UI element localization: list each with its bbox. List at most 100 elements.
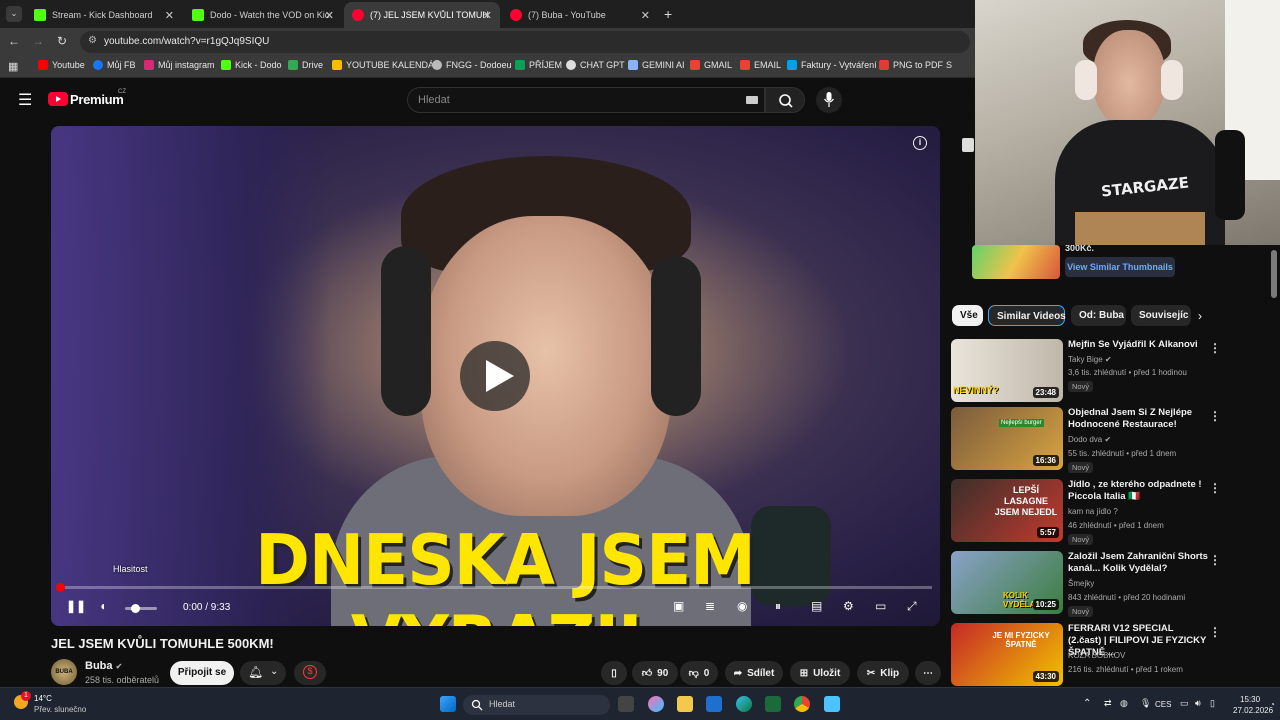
- bookmark-prijem[interactable]: PŘÍJEM: [515, 60, 562, 70]
- bookmark-kick-dodo[interactable]: Kick - Dodo: [221, 60, 282, 70]
- file-explorer-icon[interactable]: [677, 696, 693, 712]
- outlook-icon[interactable]: [706, 696, 722, 712]
- screenshot-camera-icon[interactable]: ◉: [737, 599, 747, 613]
- more-actions-button[interactable]: ⋯: [915, 661, 941, 685]
- fullscreen-icon[interactable]: ⤢: [907, 599, 917, 614]
- clock-time[interactable]: 15:30: [1240, 695, 1260, 704]
- theater-mode-icon[interactable]: ▭: [875, 599, 886, 613]
- close-tab-icon[interactable]: ✕: [483, 9, 492, 22]
- share-button[interactable]: ➦ Sdílet: [725, 661, 783, 685]
- progress-scrubber[interactable]: [56, 583, 65, 592]
- tab-search-icon[interactable]: ⌄: [6, 6, 22, 22]
- recommendation-item[interactable]: KOLIK VYDĚLAL 10:25 Založil Jsem Zahrani…: [951, 551, 1251, 617]
- notepad-icon[interactable]: [824, 696, 840, 712]
- chevron-up-icon[interactable]: ⌃: [1083, 698, 1091, 709]
- bookmark-email[interactable]: EMAIL: [740, 60, 781, 70]
- chip-similar-videos[interactable]: Similar Videos: [988, 305, 1066, 326]
- close-tab-icon[interactable]: ✕: [165, 9, 174, 22]
- youtube-logo[interactable]: [48, 92, 68, 106]
- reload-icon[interactable]: ↻: [54, 34, 70, 48]
- search-input[interactable]: Hledat: [407, 87, 765, 113]
- tab-kick-vod[interactable]: Dodo - Watch the VOD on Kick ✕: [184, 2, 342, 28]
- battery-icon[interactable]: ▯: [1210, 698, 1215, 709]
- autoplay-toggle-icon[interactable]: ⏸: [775, 599, 781, 614]
- recommendation-item[interactable]: NEVINNÝ? 23:48 Mejfin Se Vyjádřil K Alka…: [951, 339, 1251, 405]
- task-view-icon[interactable]: [618, 696, 634, 712]
- bookmark-youtube[interactable]: Youtube: [38, 60, 85, 70]
- search-button[interactable]: [765, 87, 805, 113]
- notifications-bell-icon[interactable]: ◔: [1270, 700, 1275, 709]
- windows-start-icon[interactable]: [440, 696, 456, 712]
- chip-all[interactable]: Vše: [952, 305, 983, 326]
- bookmark-gmail[interactable]: GMAIL: [690, 60, 732, 70]
- address-bar[interactable]: ⚙ youtube.com/watch?v=r1gQJq9SIQU: [80, 31, 970, 53]
- like-button[interactable]: 👍︎ 90: [632, 661, 678, 685]
- recommendation-item[interactable]: Nejlepší burger 16:36 Objednal Jsem Si Z…: [951, 407, 1251, 473]
- site-info-icon[interactable]: ⚙: [88, 35, 97, 46]
- bookmark-gemini[interactable]: GEMINI AI: [628, 60, 685, 70]
- thanks-button[interactable]: $: [294, 661, 326, 685]
- bookmark-fb[interactable]: Můj FB: [93, 60, 136, 70]
- bookmark-png-to-pdf[interactable]: PNG to PDF: [879, 60, 943, 70]
- more-options-icon[interactable]: ⋮: [1209, 625, 1221, 639]
- sidebar-scrollbar[interactable]: [1271, 250, 1277, 298]
- wifi-icon[interactable]: ▭: [1180, 698, 1189, 709]
- save-button[interactable]: ⊞ Uložit: [790, 661, 850, 685]
- bookmark-drive[interactable]: Drive: [288, 60, 323, 70]
- dislike-button[interactable]: 👎︎ 0: [680, 661, 718, 685]
- bookmark-fngg[interactable]: FNGG - Dodoeu: [432, 60, 512, 70]
- bookmark-s[interactable]: S: [946, 60, 952, 70]
- recommendation-item[interactable]: LEPŠÍ LASAGNE JSEM NEJEDL 5:57 Jídlo , z…: [951, 479, 1251, 545]
- join-button[interactable]: Připojit se: [170, 661, 234, 685]
- info-icon[interactable]: i: [913, 136, 927, 150]
- new-tab-plus-icon[interactable]: +: [664, 6, 672, 22]
- microphone-tray-icon[interactable]: 🎙︎: [1140, 698, 1151, 709]
- bookmark-chatgpt[interactable]: CHAT GPT: [566, 60, 625, 70]
- sidebar-extension-icon[interactable]: [962, 138, 974, 152]
- view-similar-thumbnails-button[interactable]: View Similar Thumbnails: [1065, 257, 1175, 277]
- clock-date[interactable]: 27.02.2026: [1233, 706, 1273, 715]
- hamburger-menu-icon[interactable]: ☰: [18, 90, 32, 110]
- progress-bar[interactable]: [56, 583, 932, 592]
- chrome-icon[interactable]: [794, 696, 810, 712]
- chevron-right-icon[interactable]: ›: [1198, 309, 1202, 323]
- subtitles-icon[interactable]: ▤: [811, 599, 822, 613]
- more-options-icon[interactable]: ⋮: [1209, 409, 1221, 423]
- voice-search-button[interactable]: [816, 87, 842, 113]
- transcript-icon[interactable]: ≣: [705, 599, 715, 613]
- close-tab-icon[interactable]: ✕: [641, 9, 650, 22]
- keyboard-icon[interactable]: [746, 96, 758, 104]
- speaker-icon[interactable]: 🔊︎: [1195, 698, 1201, 709]
- bookmark-instagram[interactable]: Můj instagram: [144, 60, 215, 70]
- recommendation-item[interactable]: JE MI FYZICKY ŠPATNĚ 43:30 FERRARI V12 S…: [951, 623, 1251, 689]
- close-tab-icon[interactable]: ✕: [325, 9, 334, 22]
- language-indicator[interactable]: CES: [1155, 700, 1171, 709]
- channel-name[interactable]: Buba ✔: [85, 660, 122, 672]
- more-options-icon[interactable]: ⋮: [1209, 481, 1221, 495]
- volume-knob[interactable]: [130, 604, 140, 613]
- clip-button[interactable]: ✂ Klip: [857, 661, 909, 685]
- terminal-icon[interactable]: [765, 696, 781, 712]
- tab-buba-youtube[interactable]: (7) Buba - YouTube ✕: [502, 2, 658, 28]
- bookmark-faktury[interactable]: Faktury - Vytváření: [787, 60, 877, 70]
- apps-grid-icon[interactable]: ▦: [8, 60, 18, 73]
- chip-from-buba[interactable]: Od: Buba: [1071, 305, 1126, 326]
- thumbnail-preview-icon[interactable]: ▣: [673, 599, 684, 613]
- tab-youtube-video-active[interactable]: (7) JEL JSEM KVŮLI TOMUH ✕: [344, 2, 500, 28]
- play-button-large[interactable]: [460, 341, 530, 411]
- taskbar-search[interactable]: Hledat: [463, 695, 610, 715]
- network-icon[interactable]: ⇄: [1104, 698, 1112, 709]
- bookmark-yt-calendar[interactable]: YOUTUBE KALENDÁŘ: [332, 60, 441, 70]
- chip-related[interactable]: Souvisejíc: [1131, 305, 1191, 326]
- more-options-icon[interactable]: ⋮: [1209, 341, 1221, 355]
- pause-icon[interactable]: ❚❚: [66, 599, 86, 613]
- volume-icon[interactable]: ◖: [99, 599, 106, 613]
- back-arrow-icon[interactable]: ←: [6, 34, 22, 48]
- tab-kick-dashboard[interactable]: Stream - Kick Dashboard ✕: [26, 2, 182, 28]
- channel-avatar[interactable]: BUBA: [51, 659, 77, 685]
- edge-icon[interactable]: [736, 696, 752, 712]
- teams-icon[interactable]: ◍: [1120, 698, 1128, 709]
- bookmark-save-chip[interactable]: ▯: [601, 661, 627, 685]
- settings-gear-icon[interactable]: ⚙: [843, 599, 854, 613]
- volume-slider[interactable]: [125, 604, 157, 613]
